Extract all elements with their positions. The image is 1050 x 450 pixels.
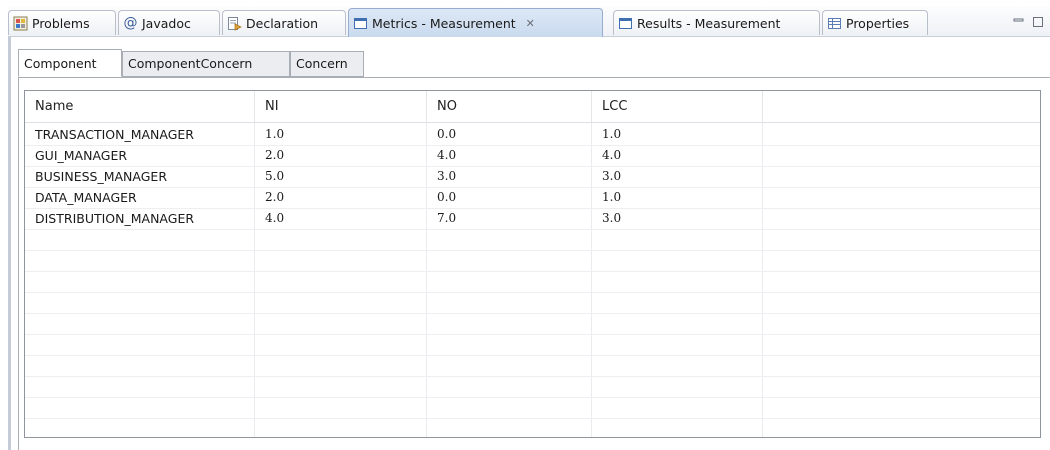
declaration-icon	[227, 16, 242, 31]
table-row[interactable]: DATA_MANAGER 2.0 0.0 1.0	[25, 187, 1040, 209]
empty-row	[25, 229, 1040, 251]
cell-lcc: 3.0	[602, 169, 622, 183]
view-window-icon	[618, 16, 633, 31]
table-row[interactable]: TRANSACTION_MANAGER 1.0 0.0 1.0	[25, 124, 1040, 146]
cell-name: TRANSACTION_MANAGER	[35, 127, 194, 142]
cell-no: 0.0	[437, 190, 457, 204]
cell-lcc: 1.0	[602, 127, 622, 141]
cell-lcc: 1.0	[602, 190, 622, 204]
tab-label: Metrics - Measurement	[372, 15, 516, 31]
empty-row	[25, 250, 1040, 272]
cell-name: DATA_MANAGER	[35, 190, 137, 205]
tab-label: ComponentConcern	[128, 56, 253, 71]
column-header-name[interactable]: Name	[25, 91, 255, 122]
tab-declaration[interactable]: Declaration	[222, 10, 346, 35]
empty-row	[25, 271, 1040, 293]
view-window-icon	[353, 16, 368, 31]
tab-label: Declaration	[246, 15, 319, 31]
view-tab-bar: Problems @ Javadoc Declaration Metrics -…	[8, 6, 1050, 37]
cell-name: BUSINESS_MANAGER	[35, 169, 168, 184]
cell-no: 3.0	[437, 169, 457, 183]
column-header-ni[interactable]: NI	[255, 91, 427, 122]
table-header: Name NI NO LCC	[25, 91, 1040, 123]
tab-properties[interactable]: Properties	[822, 10, 928, 35]
close-icon[interactable]: ✕	[526, 11, 535, 36]
column-header-no[interactable]: NO	[427, 91, 592, 122]
cell-ni: 2.0	[265, 148, 285, 162]
cell-ni: 1.0	[265, 127, 285, 141]
empty-row	[25, 355, 1040, 377]
at-icon: @	[123, 14, 138, 31]
tab-results-measurement[interactable]: Results - Measurement	[613, 10, 820, 35]
tab-componentconcern[interactable]: ComponentConcern	[122, 51, 290, 77]
cell-no: 7.0	[437, 211, 457, 225]
tab-label: Properties	[846, 15, 910, 31]
eclipse-view-area: Problems @ Javadoc Declaration Metrics -…	[0, 0, 1050, 450]
cell-no: 0.0	[437, 127, 457, 141]
empty-row	[25, 418, 1040, 437]
metrics-table[interactable]: Name NI NO LCC TRANSACTION_MANAGER 1.0 0…	[24, 90, 1041, 438]
empty-row	[25, 334, 1040, 356]
empty-row	[25, 313, 1040, 335]
cell-name: GUI_MANAGER	[35, 148, 128, 163]
cell-ni: 5.0	[265, 169, 285, 183]
view-frame-border	[8, 37, 11, 450]
table-row[interactable]: DISTRIBUTION_MANAGER 4.0 7.0 3.0	[25, 208, 1040, 230]
table-row[interactable]: BUSINESS_MANAGER 5.0 3.0 3.0	[25, 166, 1040, 188]
tab-component[interactable]: Component	[18, 49, 122, 77]
column-header-filler	[763, 91, 1040, 122]
empty-row	[25, 376, 1040, 398]
column-header-lcc[interactable]: LCC	[592, 91, 763, 122]
tab-concern[interactable]: Concern	[290, 51, 364, 77]
tab-label: Concern	[296, 56, 348, 71]
properties-icon	[827, 16, 842, 31]
tab-problems[interactable]: Problems	[8, 10, 116, 35]
minimize-icon[interactable]	[1013, 16, 1025, 28]
tab-metrics-measurement[interactable]: Metrics - Measurement ✕	[348, 8, 603, 37]
tab-label: Problems	[32, 15, 90, 31]
cell-lcc: 3.0	[602, 211, 622, 225]
tab-label: Component	[24, 56, 97, 71]
problems-icon	[13, 16, 28, 31]
table-row[interactable]: GUI_MANAGER 2.0 4.0 4.0	[25, 145, 1040, 167]
empty-row	[25, 292, 1040, 314]
cell-ni: 4.0	[265, 211, 285, 225]
cell-no: 4.0	[437, 148, 457, 162]
cell-lcc: 4.0	[602, 148, 622, 162]
empty-row	[25, 397, 1040, 419]
tab-label: Javadoc	[142, 15, 191, 31]
cell-ni: 2.0	[265, 190, 285, 204]
tab-label: Results - Measurement	[637, 15, 781, 31]
maximize-icon[interactable]	[1032, 16, 1044, 28]
cell-name: DISTRIBUTION_MANAGER	[35, 211, 195, 226]
tab-javadoc[interactable]: @ Javadoc	[118, 10, 220, 35]
